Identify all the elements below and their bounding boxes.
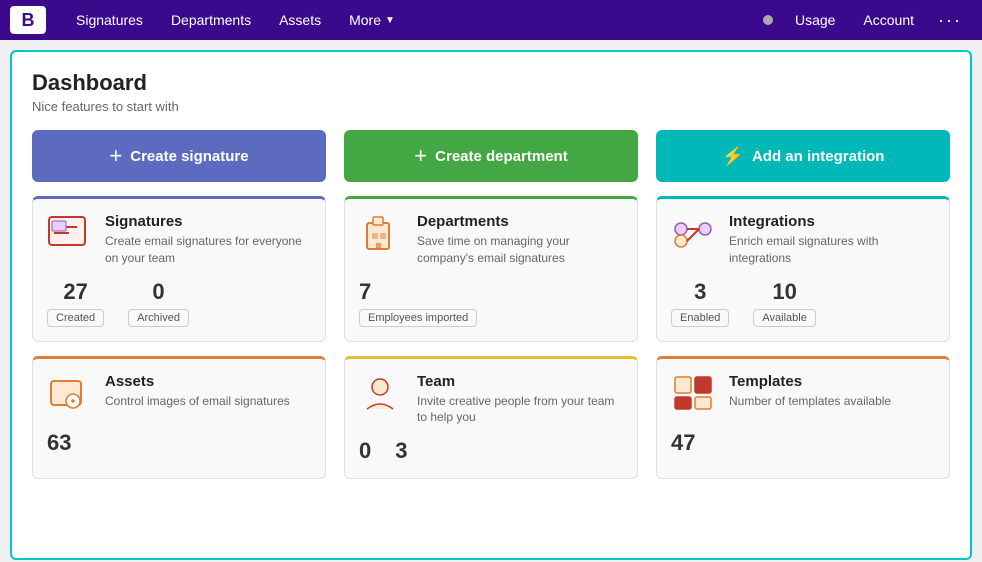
- nav-usage[interactable]: Usage: [781, 0, 849, 40]
- templates-card: Templates Number of templates available …: [656, 356, 950, 480]
- nav-account[interactable]: Account: [849, 0, 928, 40]
- assets-card-desc: Control images of email signatures: [105, 393, 290, 410]
- plug-icon: ⚡: [722, 146, 744, 167]
- signatures-archived-stat: 0 Archived: [128, 279, 189, 327]
- signatures-created-stat: 27 Created: [47, 279, 104, 327]
- assets-icon: [47, 373, 93, 418]
- templates-card-title: Templates: [729, 373, 891, 390]
- action-row: + Create signature + Create department ⚡…: [32, 130, 950, 182]
- create-department-btn[interactable]: + Create department: [344, 130, 638, 182]
- integrations-card-title: Integrations: [729, 213, 935, 230]
- departments-card: Departments Save time on managing your c…: [344, 196, 638, 342]
- nav-assets[interactable]: Assets: [265, 0, 335, 40]
- plus-icon-dept: +: [414, 143, 427, 169]
- integrations-enabled-stat: 3 Enabled: [671, 279, 729, 327]
- team-card-desc: Invite creative people from your team to…: [417, 393, 623, 427]
- team-stat-1: 0: [359, 438, 371, 464]
- signatures-card: Signatures Create email signatures for e…: [32, 196, 326, 342]
- departments-icon: [359, 213, 405, 261]
- team-stat-2: 3: [395, 438, 407, 464]
- departments-card-title: Departments: [417, 213, 623, 230]
- departments-card-desc: Save time on managing your company's ema…: [417, 233, 623, 267]
- signatures-card-desc: Create email signatures for everyone on …: [105, 233, 311, 267]
- integrations-icon: [671, 213, 717, 258]
- team-card-title: Team: [417, 373, 623, 390]
- integrations-card: Integrations Enrich email signatures wit…: [656, 196, 950, 342]
- chevron-down-icon: ▼: [385, 15, 395, 26]
- cards-row-1: Signatures Create email signatures for e…: [32, 196, 950, 342]
- more-options-icon[interactable]: ···: [928, 10, 972, 31]
- integrations-card-desc: Enrich email signatures with integration…: [729, 233, 935, 267]
- page-subtitle: Nice features to start with: [32, 99, 950, 114]
- templates-icon: [671, 373, 717, 418]
- team-card: Team Invite creative people from your te…: [344, 356, 638, 480]
- signatures-icon: [47, 213, 93, 261]
- archived-badge: Archived: [128, 309, 189, 327]
- signatures-card-title: Signatures: [105, 213, 311, 230]
- nav-more[interactable]: More ▼: [335, 0, 409, 40]
- create-signature-btn[interactable]: + Create signature: [32, 130, 326, 182]
- created-badge: Created: [47, 309, 104, 327]
- team-icon: [359, 373, 405, 418]
- templates-card-desc: Number of templates available: [729, 393, 891, 410]
- add-integration-btn[interactable]: ⚡ Add an integration: [656, 130, 950, 182]
- status-dot: [763, 15, 773, 25]
- navbar: B Signatures Departments Assets More ▼ U…: [0, 0, 982, 40]
- employees-imported-badge: Employees imported: [359, 309, 477, 327]
- assets-card-title: Assets: [105, 373, 290, 390]
- cards-row-2: Assets Control images of email signature…: [32, 356, 950, 480]
- enabled-badge: Enabled: [671, 309, 729, 327]
- nav-signatures[interactable]: Signatures: [62, 0, 157, 40]
- page-title: Dashboard: [32, 70, 950, 96]
- main-panel: Dashboard Nice features to start with + …: [10, 50, 972, 560]
- integrations-available-stat: 10 Available: [753, 279, 815, 327]
- plus-icon: +: [109, 143, 122, 169]
- assets-card: Assets Control images of email signature…: [32, 356, 326, 480]
- nav-departments[interactable]: Departments: [157, 0, 265, 40]
- available-badge: Available: [753, 309, 815, 327]
- logo[interactable]: B: [10, 6, 46, 34]
